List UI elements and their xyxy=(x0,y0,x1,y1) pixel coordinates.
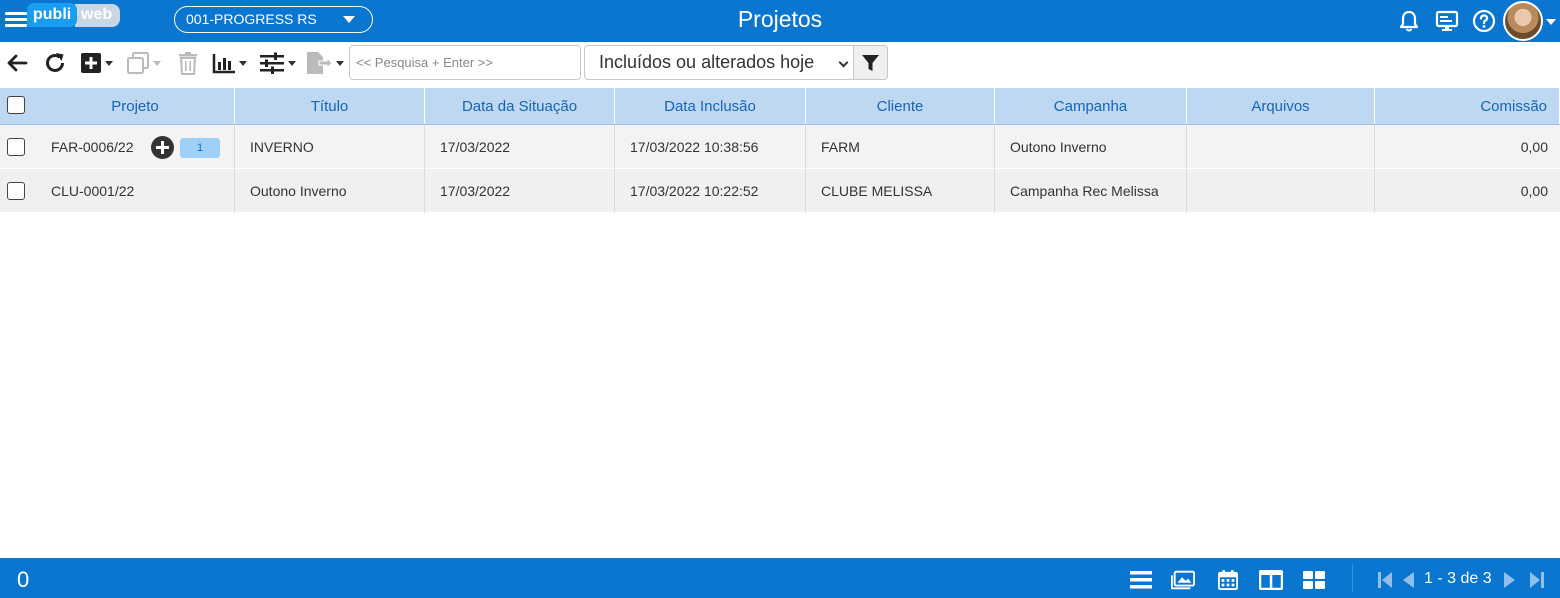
add-circle-icon[interactable] xyxy=(151,136,174,159)
select-all-checkbox[interactable] xyxy=(7,96,25,114)
search-input[interactable] xyxy=(349,45,581,80)
table-row[interactable]: FAR-0006/22 1 INVERNO 17/03/2022 17/03/2… xyxy=(0,125,1560,169)
cell-data-inclusao: 17/03/2022 10:22:52 xyxy=(615,169,806,213)
back-arrow-icon[interactable] xyxy=(6,50,28,76)
cell-data-inclusao: 17/03/2022 10:38:56 xyxy=(615,125,806,169)
company-selector[interactable]: 001-PROGRESS RS xyxy=(174,6,373,33)
first-page-icon[interactable] xyxy=(1377,570,1393,590)
help-icon[interactable] xyxy=(1472,9,1496,33)
copy-button[interactable] xyxy=(126,50,161,76)
export-button[interactable] xyxy=(305,50,344,76)
monitor-icon[interactable] xyxy=(1435,9,1459,33)
column-header-cliente[interactable]: Cliente xyxy=(806,88,995,124)
cell-data-situacao: 17/03/2022 xyxy=(425,125,615,169)
grid-view-icon[interactable] xyxy=(1302,570,1326,590)
avatar-caret-icon[interactable] xyxy=(1546,19,1556,25)
cell-arquivos xyxy=(1187,125,1375,169)
cell-data-situacao: 17/03/2022 xyxy=(425,169,615,213)
selected-count: 0 xyxy=(17,567,30,592)
gallery-view-icon[interactable] xyxy=(1171,570,1195,590)
column-header-arquivos[interactable]: Arquivos xyxy=(1187,88,1375,124)
caret-down-icon xyxy=(105,60,113,66)
add-button[interactable] xyxy=(80,50,113,76)
cell-cliente: FARM xyxy=(806,125,995,169)
next-page-icon[interactable] xyxy=(1503,570,1517,590)
filter-button[interactable] xyxy=(853,45,888,80)
filter-select[interactable]: Incluídos ou alterados hoje xyxy=(584,45,854,80)
caret-down-icon xyxy=(153,60,161,66)
settings-button[interactable] xyxy=(259,50,296,76)
hamburger-icon[interactable] xyxy=(5,9,27,31)
refresh-icon[interactable] xyxy=(43,50,67,76)
caret-down-icon xyxy=(336,60,344,66)
column-header-titulo[interactable]: Título xyxy=(235,88,425,124)
bottom-bar: 0 1 - 3 de 3 xyxy=(0,558,1560,598)
column-header-comissao[interactable]: Comissão xyxy=(1375,88,1560,124)
user-avatar[interactable] xyxy=(1503,1,1543,41)
caret-down-icon xyxy=(343,16,355,23)
chart-icon xyxy=(212,54,235,74)
chevron-down-icon xyxy=(838,57,849,68)
filter-icon xyxy=(862,55,879,71)
logo-web-text: web xyxy=(75,4,121,27)
count-badge[interactable]: 1 xyxy=(180,138,220,158)
cell-arquivos xyxy=(1187,169,1375,213)
column-header-projeto[interactable]: Projeto xyxy=(36,88,235,124)
cell-campanha: Campanha Rec Melissa xyxy=(995,169,1187,213)
caret-down-icon xyxy=(239,60,247,66)
prev-page-icon[interactable] xyxy=(1401,570,1415,590)
top-header: web publi 001-PROGRESS RS Projetos xyxy=(0,0,1560,42)
sliders-icon xyxy=(260,52,284,74)
export-icon xyxy=(307,52,333,74)
cell-projeto[interactable]: CLU-0001/22 xyxy=(36,169,235,213)
cell-campanha: Outono Inverno xyxy=(995,125,1187,169)
cell-comissao: 0,00 xyxy=(1520,183,1548,199)
row-checkbox[interactable] xyxy=(7,182,25,200)
table-row[interactable]: CLU-0001/22 Outono Inverno 17/03/2022 17… xyxy=(0,169,1560,213)
company-selector-value: 001-PROGRESS RS xyxy=(186,11,317,27)
calendar-view-icon[interactable] xyxy=(1216,570,1240,590)
chart-button[interactable] xyxy=(212,50,247,76)
cell-projeto-value: FAR-0006/22 xyxy=(51,139,134,155)
caret-down-icon xyxy=(288,60,296,66)
list-view-icon[interactable] xyxy=(1129,570,1153,590)
bell-icon[interactable] xyxy=(1397,9,1421,33)
columns-view-icon[interactable] xyxy=(1259,570,1283,590)
delete-icon[interactable] xyxy=(177,50,199,76)
table-header: Projeto Título Data da Situação Data Inc… xyxy=(0,88,1560,125)
filter-select-value: Incluídos ou alterados hoje xyxy=(599,52,815,72)
copy-icon xyxy=(127,52,149,74)
column-header-campanha[interactable]: Campanha xyxy=(995,88,1187,124)
add-icon xyxy=(81,53,101,73)
cell-titulo: INVERNO xyxy=(235,125,425,169)
cell-cliente: CLUBE MELISSA xyxy=(806,169,995,213)
last-page-icon[interactable] xyxy=(1529,570,1545,590)
logo-publi-text: publi xyxy=(27,3,78,27)
column-header-data-situacao[interactable]: Data da Situação xyxy=(425,88,615,124)
column-header-data-inclusao[interactable]: Data Inclusão xyxy=(615,88,806,124)
pager-text: 1 - 3 de 3 xyxy=(1424,570,1492,587)
divider xyxy=(1352,564,1353,592)
cell-titulo: Outono Inverno xyxy=(235,169,425,213)
cell-comissao: 0,00 xyxy=(1520,139,1548,155)
row-checkbox[interactable] xyxy=(7,138,25,156)
